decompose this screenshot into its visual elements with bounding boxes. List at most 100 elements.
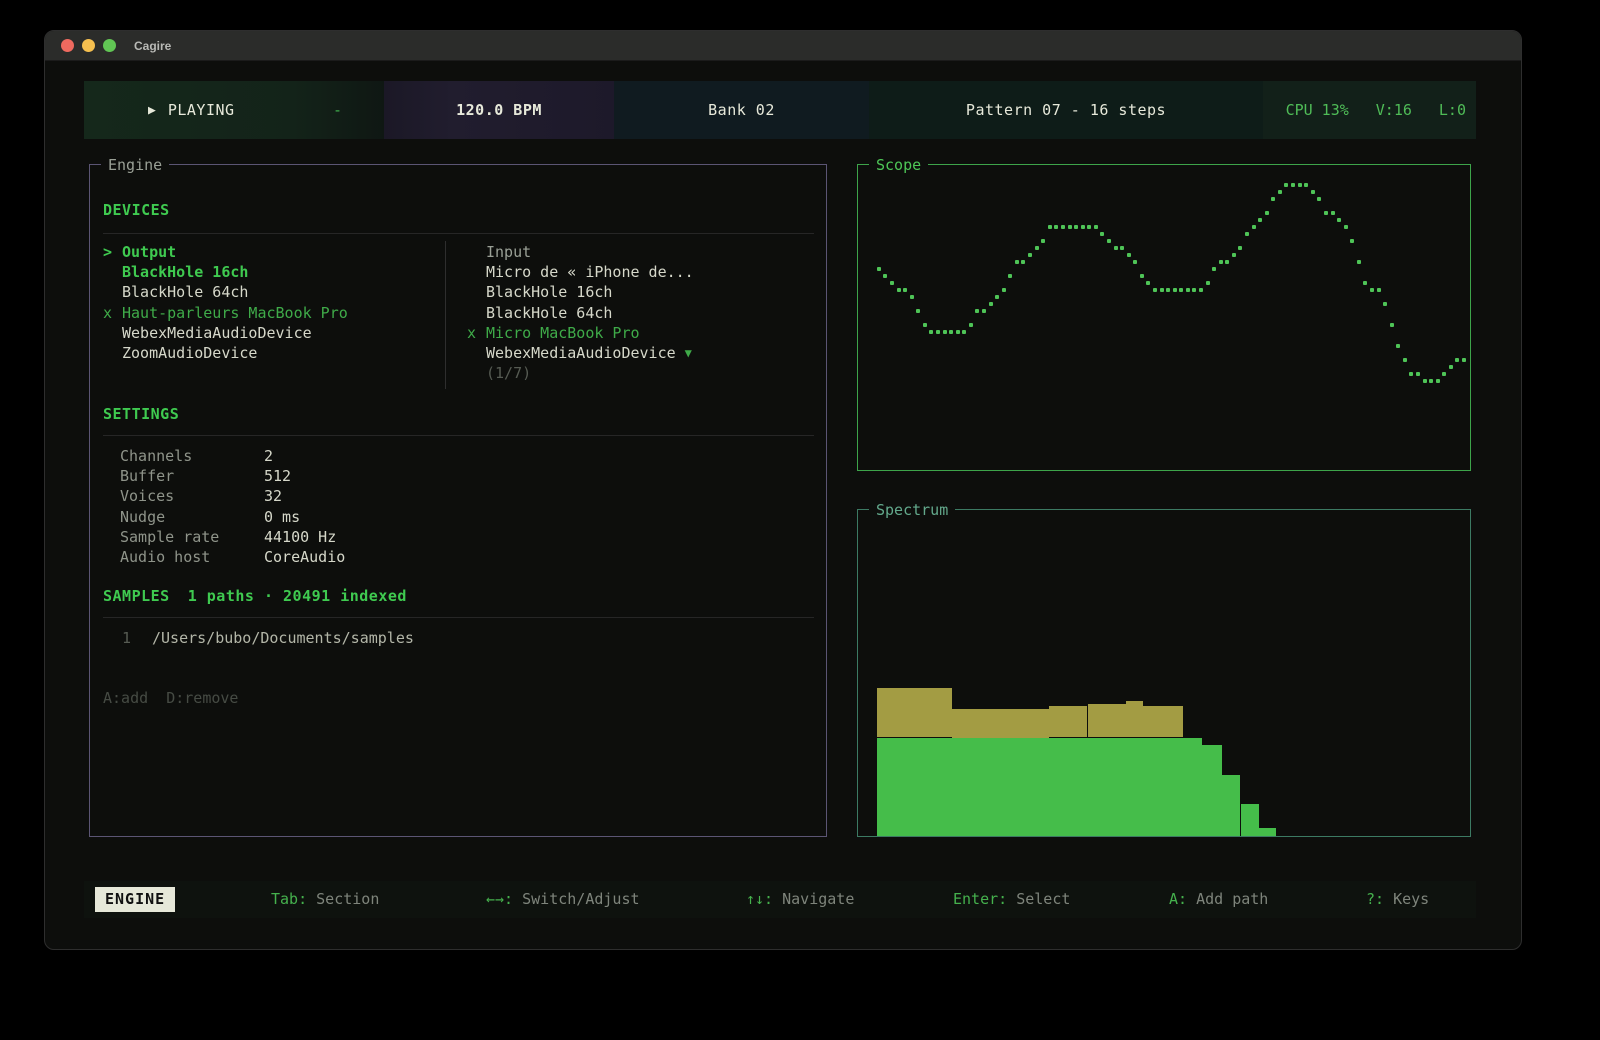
scope-sample-dot <box>1199 288 1203 292</box>
spectrum-segment-peak-hold <box>1143 706 1183 738</box>
voices-value: V:16 <box>1376 101 1412 119</box>
traffic-lights <box>61 39 116 52</box>
minimize-button[interactable] <box>82 39 95 52</box>
setting-row[interactable]: Channels2 <box>120 446 345 466</box>
scope-sample-dot <box>1153 288 1157 292</box>
devices-divider <box>103 233 814 234</box>
input-device-item: (1/7) <box>467 363 807 383</box>
scope-sample-dot <box>989 302 993 306</box>
scope-sample-dot <box>956 330 960 334</box>
scope-sample-dot <box>943 330 947 334</box>
scope-sample-dot <box>1140 274 1144 278</box>
scope-sample-dot <box>1449 365 1453 369</box>
output-device-item[interactable]: BlackHole 64ch <box>103 282 433 302</box>
scope-sample-dot <box>1074 225 1078 229</box>
scope-sample-dot <box>1002 288 1006 292</box>
active-device-marker <box>467 303 486 323</box>
scope-sample-dot <box>982 309 986 313</box>
sample-path-row[interactable]: 1/Users/bubo/Documents/samples <box>122 628 414 648</box>
output-device-item[interactable]: BlackHole 16ch <box>103 262 433 282</box>
shortcut-action: Navigate <box>773 890 854 908</box>
scope-sample-dot <box>1146 281 1150 285</box>
setting-row[interactable]: Audio hostCoreAudio <box>120 547 345 567</box>
scope-sample-dot <box>1035 246 1039 250</box>
input-header: Input <box>467 242 807 262</box>
device-label: Haut-parleurs MacBook Pro <box>122 303 348 323</box>
scope-sample-dot <box>1258 218 1262 222</box>
active-device-marker: x <box>103 303 122 323</box>
dropdown-arrow-icon: ▼ <box>685 343 692 363</box>
output-device-item[interactable]: ZoomAudioDevice <box>103 343 433 363</box>
scope-sample-dot <box>1396 344 1400 348</box>
scope-sample-dot <box>1100 232 1104 236</box>
scope-sample-dot <box>1331 211 1335 215</box>
setting-value: 2 <box>264 446 273 466</box>
active-device-marker <box>103 282 122 302</box>
scope-sample-dot <box>1370 288 1374 292</box>
setting-label: Voices <box>120 486 264 506</box>
setting-row[interactable]: Voices32 <box>120 486 345 506</box>
engine-panel-title: Engine <box>101 155 169 175</box>
scope-sample-dot <box>1015 260 1019 264</box>
scope-sample-dot <box>1028 253 1032 257</box>
shortcut-action: Add path <box>1187 890 1268 908</box>
scope-sample-dot <box>1429 379 1433 383</box>
scope-sample-dot <box>1120 246 1124 250</box>
scope-sample-dot <box>936 330 940 334</box>
scope-sample-dot <box>1166 288 1170 292</box>
output-device-list: >OutputBlackHole 16chBlackHole 64chxHaut… <box>103 242 433 363</box>
scope-sample-dot <box>1311 190 1315 194</box>
scope-sample-dot <box>916 309 920 313</box>
setting-row[interactable]: Sample rate44100 Hz <box>120 527 345 547</box>
pattern-status: Pattern 07 - 16 steps <box>869 81 1263 139</box>
setting-row[interactable]: Buffer512 <box>120 466 345 486</box>
sample-path-index: 1 <box>122 628 152 648</box>
bank-status: Bank 02 <box>614 81 869 139</box>
output-device-item[interactable]: WebexMediaAudioDevice <box>103 323 433 343</box>
output-device-item[interactable]: xHaut-parleurs MacBook Pro <box>103 303 433 323</box>
shortcut-hint: ↑↓: Navigate <box>746 881 854 918</box>
setting-row[interactable]: Nudge0 ms <box>120 507 345 527</box>
scope-sample-dot <box>1212 267 1216 271</box>
close-button[interactable] <box>61 39 74 52</box>
scope-sample-dot <box>1225 260 1229 264</box>
scope-sample-dot <box>1127 253 1131 257</box>
shortcut-key: ↑↓: <box>746 890 773 908</box>
input-device-item[interactable]: BlackHole 64ch <box>467 303 807 323</box>
window-title: Cagire <box>134 39 171 53</box>
settings-heading: SETTINGS <box>103 405 179 423</box>
app-window: Cagire ▶ PLAYING - 120.0 BPM Bank 02 Pat… <box>44 30 1522 950</box>
scope-sample-dot <box>877 267 881 271</box>
scope-sample-dot <box>1087 225 1091 229</box>
scope-sample-dot <box>1219 260 1223 264</box>
mode-badge: ENGINE <box>95 887 175 912</box>
active-device-marker <box>467 363 486 383</box>
scope-sample-dot <box>1173 288 1177 292</box>
setting-label: Channels <box>120 446 264 466</box>
zoom-button[interactable] <box>103 39 116 52</box>
scope-sample-dot <box>1377 288 1381 292</box>
input-device-item[interactable]: BlackHole 16ch <box>467 282 807 302</box>
active-device-marker: x <box>467 323 486 343</box>
device-label: BlackHole 64ch <box>486 303 612 323</box>
shortcut-action: Section <box>307 890 379 908</box>
footer-bar: ENGINE Tab: Section←→: Switch/Adjust↑↓: … <box>84 881 1476 918</box>
spectrum-panel: Spectrum <box>857 509 1471 837</box>
device-label: BlackHole 16ch <box>486 282 612 302</box>
setting-label: Sample rate <box>120 527 264 547</box>
scope-sample-dot <box>1284 183 1288 187</box>
scope-sample-dot <box>1350 239 1354 243</box>
input-device-item[interactable]: Micro de « iPhone de... <box>467 262 807 282</box>
spectrum-segment-level <box>877 738 1202 836</box>
samples-divider <box>103 617 814 618</box>
input-device-item[interactable]: WebexMediaAudioDevice▼ <box>467 343 807 363</box>
scope-sample-dot <box>1133 260 1137 264</box>
spectrum-segment-peak-hold <box>1049 706 1088 738</box>
pattern-value: Pattern 07 - 16 steps <box>966 101 1166 119</box>
samples-heading: SAMPLES1 paths · 20491 indexed <box>103 587 407 605</box>
shortcut-key: Tab: <box>271 890 307 908</box>
input-device-item[interactable]: xMicro MacBook Pro <box>467 323 807 343</box>
device-label: BlackHole 16ch <box>122 262 248 282</box>
scope-sample-dot <box>1298 183 1302 187</box>
scope-sample-dot <box>1008 274 1012 278</box>
